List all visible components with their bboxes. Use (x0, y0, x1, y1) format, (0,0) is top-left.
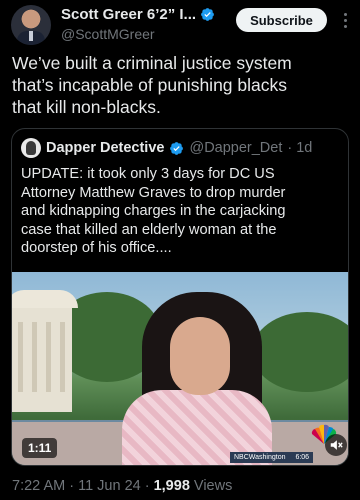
background-memorial (12, 290, 78, 412)
ticker-time: 6:06 (295, 454, 310, 461)
news-ticker: NBCWashington 6:06 (230, 452, 314, 463)
author-name-row[interactable]: Scott Greer 6’2” I... (61, 6, 215, 23)
tweet-timestamp[interactable]: 7:22 AM · 11 Jun 24 · (12, 478, 154, 494)
verified-badge-icon (170, 141, 184, 155)
view-count: 1,998 (153, 478, 190, 494)
muted-speaker-icon[interactable] (325, 434, 347, 456)
more-options-icon[interactable] (336, 8, 354, 32)
quoted-author-avatar[interactable] (21, 138, 41, 158)
ticker-source: NBCWashington (234, 454, 286, 461)
verified-badge-icon (201, 8, 214, 21)
quoted-tweet-time[interactable]: · 1d (287, 140, 312, 156)
author-handle[interactable]: @ScottMGreer (61, 26, 155, 42)
quoted-tweet-card[interactable]: Dapper Detective @Dapper_Det · 1d UPDATE… (11, 128, 349, 466)
anchor-face (170, 317, 230, 395)
tweet-metadata: 7:22 AM · 11 Jun 24 · 1,998 Views (12, 478, 232, 494)
author-avatar[interactable] (11, 5, 51, 45)
views-label: Views (189, 478, 233, 494)
background-tree (252, 312, 348, 392)
video-player[interactable]: NBCWashington 6:06 1:11 (12, 272, 348, 465)
quoted-tweet-text: UPDATE: it took only 3 days for DC US At… (21, 166, 286, 257)
quoted-author-name[interactable]: Dapper Detective (46, 140, 164, 156)
quoted-author-handle[interactable]: @Dapper_Det (189, 140, 282, 156)
avatar-tie (29, 31, 33, 41)
tweet-text: We’ve built a criminal justice system th… (12, 53, 292, 117)
quoted-tweet-header: Dapper Detective @Dapper_Det · 1d (21, 138, 312, 158)
tweet-header: Scott Greer 6’2” I... @ScottMGreer Subsc… (0, 0, 360, 50)
subscribe-button[interactable]: Subscribe (236, 8, 327, 32)
author-display-name[interactable]: Scott Greer 6’2” I... (61, 6, 196, 23)
video-duration: 1:11 (22, 438, 58, 458)
